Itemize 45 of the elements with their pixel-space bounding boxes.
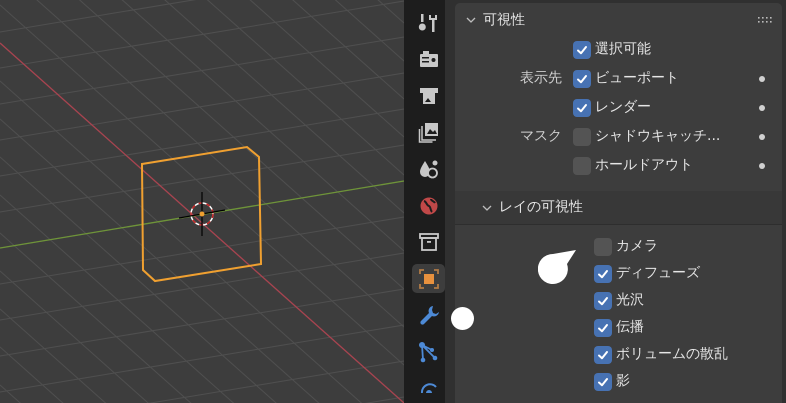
checkbox[interactable] [594,346,612,364]
checkmark-icon [576,44,588,56]
checkmark-icon [576,72,588,84]
panel-title[interactable]: 可視性 [483,10,525,30]
square-object-icon [418,268,440,290]
checkbox[interactable] [573,98,591,116]
checkbox-label[interactable]: 伝播 [616,317,644,338]
checkbox[interactable] [594,318,612,336]
checkmark-icon [597,294,609,306]
checkbox-label[interactable]: 選択可能 [595,39,651,60]
checkbox[interactable] [594,238,612,256]
subpanel-title[interactable]: レイの可視性 [499,197,583,218]
drop-and-circle-icon [418,158,440,180]
row-label: マスク [520,127,562,146]
checkbox[interactable] [594,264,612,282]
annotation-bubble [538,248,578,285]
image-stack-icon [418,121,440,144]
particle-nodes-icon [418,340,440,363]
checkbox[interactable] [573,40,591,58]
checkbox[interactable] [594,372,612,390]
tool-icon [418,12,440,34]
drag-handle-icon[interactable] [758,17,772,23]
archive-box-icon [418,231,440,254]
checkbox-label[interactable]: ビューポート [595,68,679,89]
property-tab[interactable] [412,264,445,294]
checkmark-icon [597,268,609,280]
row-label: 表示先 [520,69,562,88]
checkbox-label[interactable]: レンダー [595,97,651,118]
checkmark-icon [597,348,609,360]
checkbox-label[interactable]: ディフューズ [616,263,700,284]
checkbox-label[interactable]: ホールドアウト [595,155,693,176]
wrench-icon [418,304,440,326]
checkbox[interactable] [573,70,591,88]
checkbox[interactable] [573,156,591,174]
checkbox-label[interactable]: ボリュームの散乱 [616,344,728,365]
checkbox-label[interactable]: シャドウキャッチ... [595,126,720,147]
globe-icon [418,194,440,216]
checkbox-label[interactable]: 影 [616,371,630,392]
checkmark-icon [597,322,609,334]
checkbox-label[interactable]: 光沢 [616,290,644,311]
checkbox-label[interactable]: カメラ [616,236,658,257]
checkmark-icon [576,102,588,114]
checkmark-icon [597,376,609,388]
checkbox[interactable] [573,128,591,146]
checkbox[interactable] [594,292,612,310]
